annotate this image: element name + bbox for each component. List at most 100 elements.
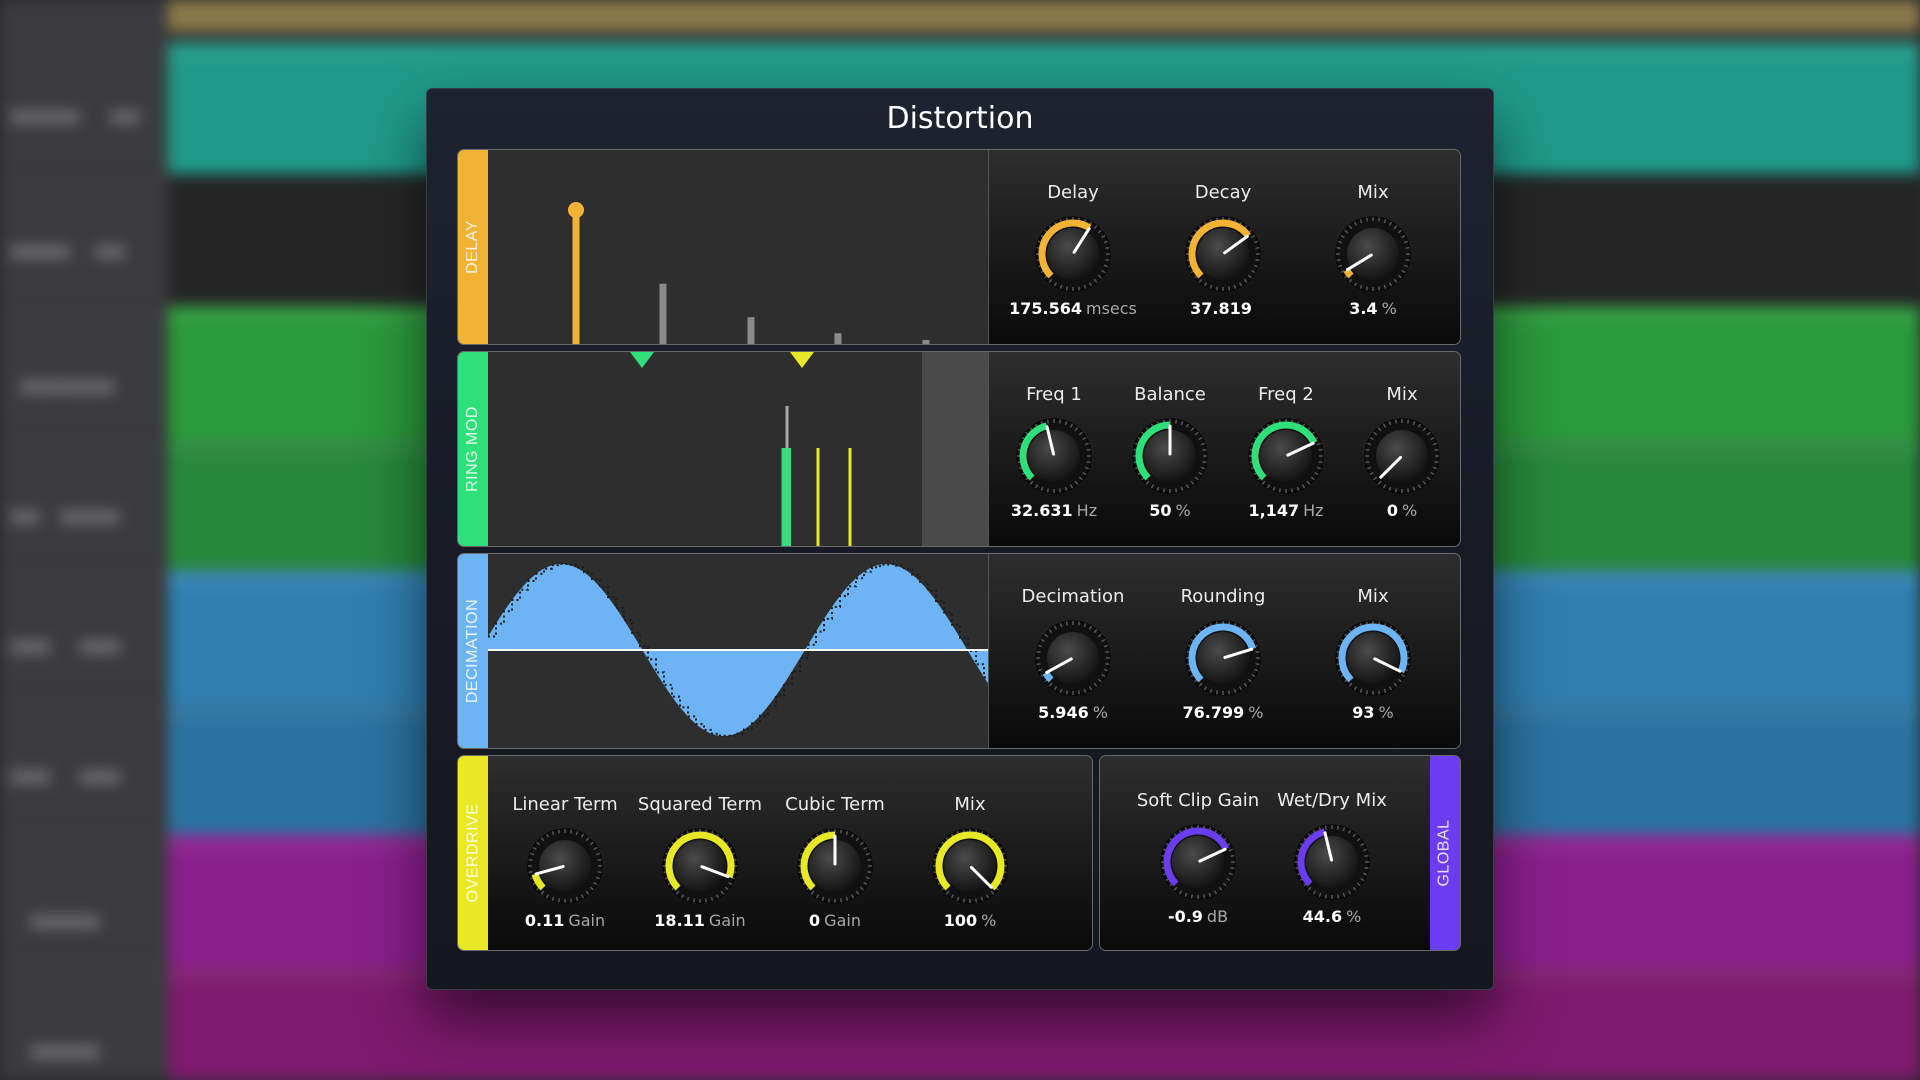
ringmod-freq-1-value: 32.631 [1010, 501, 1073, 520]
global-soft-clip-gain-knob[interactable] [1156, 820, 1240, 904]
decimation-mix-unit: % [1378, 703, 1394, 722]
overdrive-squared-term-value: 18.11 [654, 911, 705, 930]
delay-controls: Delay 175.564 msecs Decay 37.819 Mix 3.4% [988, 150, 1460, 344]
delay-delay-value: 175.564 [1009, 299, 1082, 318]
ringmod-tab: RING MOD [458, 352, 488, 546]
global-wet-dry-mix-value: 44.6 [1302, 907, 1343, 926]
decimation-decimation-knob-group: Decimation 5.946% [1003, 584, 1143, 724]
track-header-column [0, 0, 168, 1080]
ringmod-freq-2-knob[interactable] [1244, 414, 1328, 498]
delay-display[interactable] [488, 150, 988, 344]
delay-mix-knob-group: Mix 3.4% [1303, 180, 1443, 320]
decimation-decimation-value: 5.946 [1038, 703, 1089, 722]
delay-module: DELAY Delay 175.564 msecs Decay 37.819 Mix 3.4… [457, 149, 1461, 345]
ringmod-mix-knob[interactable] [1360, 414, 1444, 498]
global-wet-dry-mix-label: Wet/Dry Mix [1277, 790, 1387, 811]
delay-delay-knob[interactable] [1031, 212, 1115, 296]
ringmod-range-shade [922, 352, 988, 546]
delay-mix-value: 3.4 [1349, 299, 1378, 318]
decimation-mix-value: 93 [1352, 703, 1375, 722]
overdrive-cubic-term-value-readout: 0 Gain [765, 910, 905, 932]
delay-tab: DELAY [458, 150, 488, 344]
global-wet-dry-mix-knob[interactable] [1290, 820, 1374, 904]
global-tab-label: GLOBAL [1436, 819, 1453, 887]
overdrive-mix-value: 100 [943, 911, 978, 930]
ringmod-controls: Freq 1 32.631 Hz Balance 50% Freq 2 1,147 Hz Mix… [988, 352, 1460, 546]
overdrive-mix-value-readout: 100% [900, 910, 1040, 932]
freq2-marker-icon[interactable] [790, 352, 814, 368]
decimation-decimation-label: Decimation [1021, 586, 1125, 607]
ringmod-balance-unit: % [1175, 501, 1191, 520]
delay-mix-label: Mix [1357, 182, 1389, 203]
global-tab: GLOBAL [1430, 756, 1460, 950]
overdrive-linear-term-knob[interactable] [523, 824, 607, 908]
delay-tab-label: DELAY [464, 220, 481, 274]
decimation-decimation-knob[interactable] [1031, 616, 1115, 700]
decimation-mix-value-readout: 93% [1303, 702, 1443, 724]
overdrive-linear-term-value: 0.11 [524, 911, 565, 930]
global-wet-dry-mix-value-readout: 44.6% [1262, 906, 1402, 928]
global-soft-clip-gain-value: -0.9 [1167, 907, 1203, 926]
distortion-plugin-window: Distortion DELAY Delay 175.564 msecs Decay 3… [426, 88, 1494, 990]
ringmod-freq-1-unit: Hz [1076, 501, 1098, 520]
overdrive-mix-knob-group: Mix 100% [900, 792, 1040, 932]
overdrive-cubic-term-value: 0 [809, 911, 821, 930]
overdrive-cubic-term-knob-group: Cubic Term 0 Gain [765, 792, 905, 932]
ringmod-freq-1-knob[interactable] [1012, 414, 1096, 498]
ringmod-mix-value: 0 [1386, 501, 1398, 520]
overdrive-squared-term-knob[interactable] [658, 824, 742, 908]
decimation-controls: Decimation 5.946% Rounding 76.799% Mix 93% [988, 554, 1460, 748]
ringmod-balance-value: 50 [1149, 501, 1172, 520]
ringmod-freq-2-unit: Hz [1303, 501, 1324, 520]
overdrive-squared-term-knob-group: Squared Term 18.11 Gain [630, 792, 770, 932]
decimation-mix-label: Mix [1357, 586, 1389, 607]
ringmod-tab-label: RING MOD [464, 406, 481, 492]
delay-delay-value-readout: 175.564 msecs [1003, 298, 1143, 320]
delay-mix-unit: % [1381, 299, 1397, 318]
decimation-decimation-unit: % [1092, 703, 1108, 722]
decimation-rounding-label: Rounding [1180, 586, 1266, 607]
overdrive-mix-knob[interactable] [928, 824, 1012, 908]
decimation-module: DECIMATION Decimation 5.946% Rounding 76.79… [457, 553, 1461, 749]
delay-decay-knob[interactable] [1181, 212, 1265, 296]
decimation-rounding-knob-group: Rounding 76.799% [1153, 584, 1293, 724]
ringmod-mix-knob-group: Mix 0% [1332, 382, 1460, 522]
overdrive-linear-term-knob-group: Linear Term 0.11 Gain [495, 792, 635, 932]
overdrive-squared-term-label: Squared Term [637, 794, 763, 815]
delay-tap-graph [568, 202, 930, 344]
delay-mix-value-readout: 3.4% [1303, 298, 1443, 320]
overdrive-squared-term-value-readout: 18.11 Gain [630, 910, 770, 932]
decimation-rounding-knob[interactable] [1181, 616, 1265, 700]
decimation-mix-knob[interactable] [1331, 616, 1415, 700]
overdrive-tab: OVERDRIVE [458, 756, 488, 950]
overdrive-squared-term-unit: Gain [708, 911, 746, 930]
plugin-title: Distortion [886, 101, 1034, 136]
delay-mix-knob[interactable] [1331, 212, 1415, 296]
global-soft-clip-gain-knob-group: Soft Clip Gain -0.9 dB [1128, 788, 1268, 928]
freq1-marker-icon[interactable] [630, 352, 654, 368]
ringmod-display[interactable] [488, 352, 988, 546]
decimation-display [488, 554, 992, 748]
delay-tap-handle[interactable] [568, 202, 584, 218]
global-soft-clip-gain-unit: dB [1206, 907, 1229, 926]
ringmod-module: RING MOD Freq 1 32.631 Hz Balance 50% Freq 21… [457, 351, 1461, 547]
overdrive-linear-term-unit: Gain [568, 911, 606, 930]
overdrive-mix-label: Mix [954, 794, 986, 815]
overdrive-tab-label: OVERDRIVE [464, 803, 481, 903]
decimation-tab: DECIMATION [458, 554, 488, 748]
overdrive-module: OVERDRIVE Linear Term 0.11 Gain Squared Ter… [457, 755, 1093, 951]
ringmod-spectrum [630, 352, 988, 546]
global-soft-clip-gain-label: Soft Clip Gain [1136, 790, 1260, 811]
delay-decay-value: 37.819 [1190, 299, 1252, 318]
overdrive-cubic-term-knob[interactable] [793, 824, 877, 908]
global-wet-dry-mix-knob-group: Wet/Dry Mix 44.6% [1262, 788, 1402, 928]
decimation-rounding-value-readout: 76.799% [1153, 702, 1293, 724]
timeline-ruler [168, 0, 1920, 32]
ringmod-balance-knob[interactable] [1128, 414, 1212, 498]
decimation-rounding-unit: % [1248, 703, 1264, 722]
global-soft-clip-gain-value-readout: -0.9 dB [1128, 906, 1268, 928]
global-wet-dry-mix-unit: % [1346, 907, 1362, 926]
ringmod-mix-unit: % [1401, 501, 1418, 520]
delay-decay-value-readout: 37.819 [1153, 298, 1293, 320]
global-module: Soft Clip Gain -0.9 dB Wet/Dry Mix 44.6% GLO… [1099, 755, 1461, 951]
